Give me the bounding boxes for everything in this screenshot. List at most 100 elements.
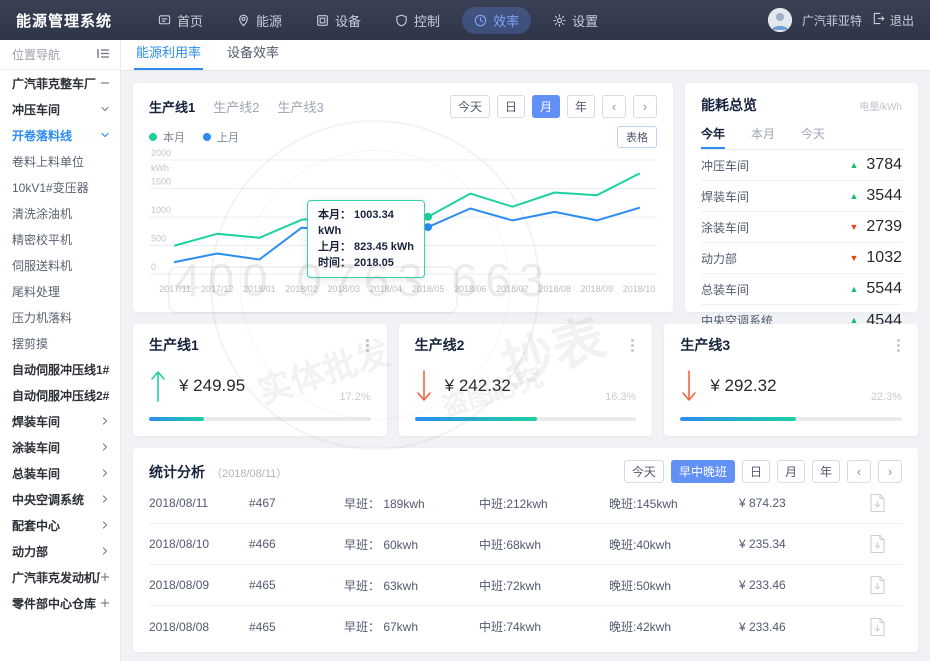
nav-item-device[interactable]: 设备 — [304, 7, 373, 34]
sidebar-item-18[interactable]: 动力部 — [0, 538, 120, 564]
overview-row-value: 3784 — [866, 156, 902, 174]
overview-row-label: 焊装车间 — [701, 188, 749, 205]
overview-tab-0[interactable]: 今年 — [701, 121, 725, 149]
legend-label: 上月 — [217, 129, 239, 145]
sidebar-item-5[interactable]: 清洗涂油机 — [0, 200, 120, 226]
svg-text:1500: 1500 — [151, 177, 171, 187]
download-button[interactable] — [869, 617, 902, 637]
svg-text:2018/05: 2018/05 — [412, 284, 445, 294]
sidebar-item-19[interactable]: 广汽菲克发动机厂 — [0, 564, 120, 590]
sidebar-item-2[interactable]: 开卷落料线 — [0, 122, 120, 148]
sidebar-item-6[interactable]: 精密校平机 — [0, 226, 120, 252]
main-area: 能源利用率设备效率 生产线1生产线2生产线3 今天日月年‹› 本月上月 表格 — [121, 40, 930, 661]
stats-button-3[interactable]: 月 — [777, 460, 805, 483]
stat-card-title: 生产线2 — [415, 335, 465, 355]
range-button-2[interactable]: 月 — [532, 95, 560, 118]
cell-mid: 中班:212kwh — [479, 495, 609, 512]
overview-tab-1[interactable]: 本月 — [751, 121, 775, 149]
kebab-menu-icon[interactable] — [364, 337, 371, 354]
avatar[interactable] — [768, 8, 792, 32]
overview-row: 冲压车间▲3784 — [701, 150, 902, 181]
main-nav: 首页能源设备 控制 效率设置 — [146, 7, 768, 34]
line-tab-1[interactable]: 生产线1 — [149, 97, 195, 116]
stats-button-4[interactable]: 年 — [812, 460, 840, 483]
download-button[interactable] — [869, 493, 902, 513]
cell-morning: 早班： 189kwh — [344, 495, 479, 512]
trend-arrow-up-icon — [149, 369, 167, 403]
plus-icon — [100, 598, 110, 608]
tab-1[interactable]: 设备效率 — [225, 36, 281, 70]
sidebar-item-10[interactable]: 摆剪摸 — [0, 330, 120, 356]
stat-card-percent: 16.3% — [605, 391, 636, 403]
logout-icon — [872, 12, 885, 28]
download-button[interactable] — [869, 534, 902, 554]
nav-item-home[interactable]: 首页 — [146, 7, 215, 34]
cell-id: #465 — [249, 620, 344, 634]
overview-card: 能耗总览 电量/kWh 今年本月今天 冲压车间▲3784焊装车间▲3544涂装车… — [685, 83, 918, 312]
nav-item-energy[interactable]: 能源 — [225, 7, 294, 34]
range-button-0[interactable]: 今天 — [450, 95, 490, 118]
stats-table: 2018/08/11#467早班： 189kwh中班:212kwh晚班:145k… — [149, 483, 902, 647]
cell-date: 2018/08/08 — [149, 620, 249, 634]
chevron-right-icon — [100, 416, 110, 426]
overview-row-value: 3544 — [866, 187, 902, 205]
line-tab-2[interactable]: 生产线2 — [213, 97, 259, 116]
sidebar-item-13[interactable]: 焊装车间 — [0, 408, 120, 434]
range-button-4[interactable]: ‹ — [602, 95, 626, 118]
sidebar-item-15[interactable]: 总装车间 — [0, 460, 120, 486]
sidebar-item-11[interactable]: 自动伺服冲压线1# — [0, 356, 120, 382]
chevron-right-icon — [100, 494, 110, 504]
sidebar-item-20[interactable]: 零件部中心仓库 — [0, 590, 120, 616]
sidebar-item-label: 压力机落料 — [12, 309, 72, 326]
nav-item-settings[interactable]: 设置 — [541, 7, 610, 34]
sidebar-item-9[interactable]: 压力机落料 — [0, 304, 120, 330]
sidebar-item-3[interactable]: 卷料上料单位 — [0, 148, 120, 174]
progress-bar — [680, 417, 902, 421]
stats-button-6[interactable]: › — [878, 460, 902, 483]
sidebar-item-label: 冲压车间 — [12, 101, 60, 118]
svg-text:2018/03: 2018/03 — [327, 284, 360, 294]
stats-button-5[interactable]: ‹ — [847, 460, 871, 483]
sidebar-item-0[interactable]: 广汽菲克整车厂 — [0, 70, 120, 96]
sidebar-item-8[interactable]: 尾料处理 — [0, 278, 120, 304]
sidebar-item-16[interactable]: 中央空调系统 — [0, 486, 120, 512]
table-row: 2018/08/11#467早班： 189kwh中班:212kwh晚班:145k… — [149, 483, 902, 524]
kebab-menu-icon[interactable] — [895, 337, 902, 354]
overview-row-label: 涂装车间 — [701, 219, 749, 236]
logout-button[interactable]: 退出 — [872, 12, 914, 29]
progress-fill — [415, 417, 537, 421]
svg-text:2018/01: 2018/01 — [243, 284, 276, 294]
range-button-3[interactable]: 年 — [567, 95, 595, 118]
nav-item-control[interactable]: 控制 — [383, 7, 452, 34]
nav-item-label: 控制 — [414, 11, 440, 30]
trend-up-icon: ▲ — [849, 161, 858, 170]
stats-button-2[interactable]: 日 — [742, 460, 770, 483]
tooltip-line-current: 本月： 1003.34 kWh — [318, 207, 414, 239]
range-button-1[interactable]: 日 — [497, 95, 525, 118]
download-button[interactable] — [869, 575, 902, 595]
collapse-icon[interactable] — [97, 48, 110, 62]
tab-0[interactable]: 能源利用率 — [134, 36, 203, 70]
kebab-menu-icon[interactable] — [629, 337, 636, 354]
trend-down-icon: ▼ — [849, 254, 858, 263]
stat-card-1: 生产线1¥ 249.9517.2% — [133, 324, 387, 436]
sidebar-item-7[interactable]: 伺服送料机 — [0, 252, 120, 278]
sidebar-tree: 广汽菲克整车厂冲压车间开卷落料线卷料上料单位10kV1#变压器清洗涂油机精密校平… — [0, 70, 120, 616]
overview-row-right: ▼2739 — [849, 218, 902, 236]
sidebar-item-17[interactable]: 配套中心 — [0, 512, 120, 538]
stats-button-0[interactable]: 今天 — [624, 460, 664, 483]
line-tab-3[interactable]: 生产线3 — [277, 97, 323, 116]
range-button-5[interactable]: › — [633, 95, 657, 118]
tooltip-line-time: 时间： 2018.05 — [318, 255, 414, 271]
overview-rows: 冲压车间▲3784焊装车间▲3544涂装车间▼2739动力部▼1032总装车间▲… — [701, 150, 902, 336]
sidebar-item-1[interactable]: 冲压车间 — [0, 96, 120, 122]
nav-item-efficiency[interactable]: 效率 — [462, 7, 531, 34]
table-view-button[interactable]: 表格 — [617, 126, 657, 148]
trend-up-icon: ▲ — [849, 285, 858, 294]
overview-row: 动力部▼1032 — [701, 243, 902, 274]
stats-button-1[interactable]: 早中晚班 — [671, 460, 735, 483]
sidebar-item-4[interactable]: 10kV1#变压器 — [0, 174, 120, 200]
overview-tab-2[interactable]: 今天 — [801, 121, 825, 149]
sidebar-item-12[interactable]: 自动伺服冲压线2# — [0, 382, 120, 408]
sidebar-item-14[interactable]: 涂装车间 — [0, 434, 120, 460]
